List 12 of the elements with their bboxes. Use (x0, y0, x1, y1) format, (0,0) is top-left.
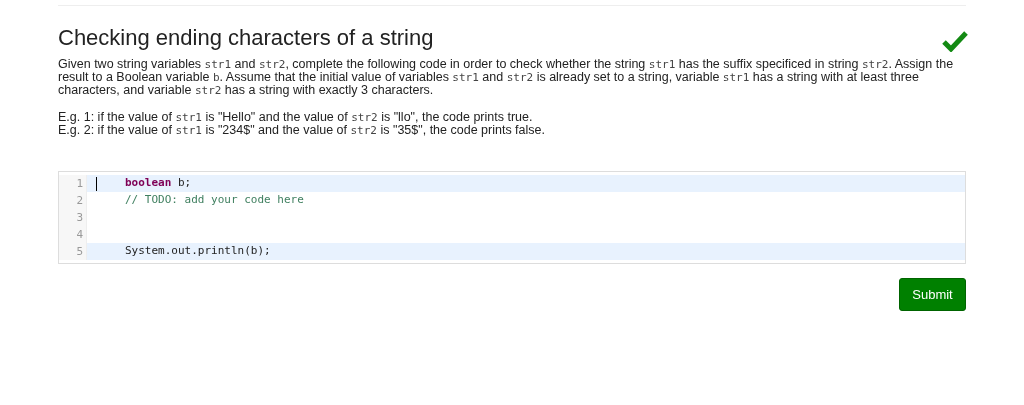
example-text: E.g. 2: if the value of str1 is "234$" and the value of str2 is "35$", the code prints false. (58, 124, 546, 137)
code-editor[interactable]: 1 boolean b; 2 // TODO: add your code here 3 4 5 System.out.println(b); (58, 171, 966, 264)
line-number: 3 (59, 209, 87, 226)
line-number: 5 (59, 243, 87, 260)
example-text: E.g. 1: if the value of str1 is "Hello" and the value of str2 is "llo", the code prints true. (58, 111, 534, 124)
task-description: Given two string variables str1 and str2, complete the following code in order to check whether the string str1 has the suffix specificed in string str2. Assign the result to a Boolean variable b. Assume that the initial value of variables str1 and str2 is already set to a string, variable str1 has a string with at least three characters, and variable str2 has a string with exactly 3 characters. (58, 58, 955, 97)
page-title: Checking ending characters of a string (58, 24, 434, 52)
line-number: 4 (59, 226, 87, 243)
line-number: 2 (59, 192, 87, 209)
code-line: // TODO: add your code here (124, 192, 305, 209)
line-number: 1 (59, 175, 87, 192)
submit-button[interactable]: Submit (899, 278, 966, 311)
